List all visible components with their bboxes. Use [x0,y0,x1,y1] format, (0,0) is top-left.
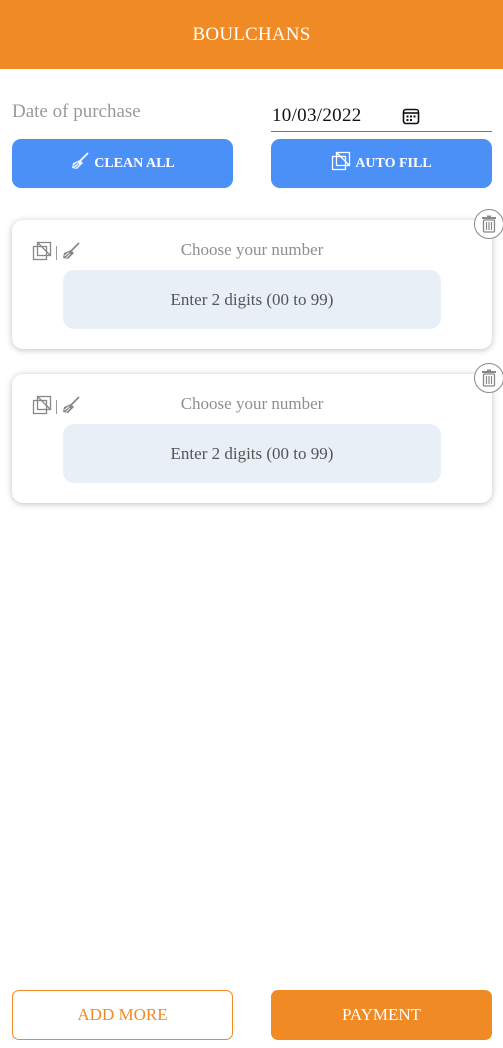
date-field[interactable]: 10/03/2022 [271,100,492,132]
date-label: Date of purchase [12,101,141,122]
add-more-button[interactable]: ADD MORE [12,990,233,1040]
number-entry-card: Choose your number Enter 2 digits (00 to… [12,220,492,349]
auto-fill-button[interactable]: AUTO FILL [271,139,492,188]
number-entry-card: Choose your number Enter 2 digits (00 to… [12,374,492,503]
number-input[interactable]: Enter 2 digits (00 to 99) [63,424,441,483]
app-header: BOULCHANS [0,0,503,69]
date-value: 10/03/2022 [272,105,362,126]
trash-icon[interactable] [474,209,503,239]
broom-icon [70,151,94,176]
card-title: Choose your number [180,240,324,259]
card-title: Choose your number [180,394,324,413]
payment-button[interactable]: PAYMENT [271,990,492,1040]
copy-icon [331,151,355,176]
trash-icon[interactable] [474,363,503,393]
number-input[interactable]: Enter 2 digits (00 to 99) [63,270,441,329]
calendar-icon[interactable] [402,107,420,125]
clean-all-button[interactable]: CLEAN ALL [12,139,233,188]
app-title: BOULCHANS [192,23,311,45]
auto-fill-label: AUTO FILL [355,155,432,171]
clean-all-label: CLEAN ALL [94,155,175,171]
